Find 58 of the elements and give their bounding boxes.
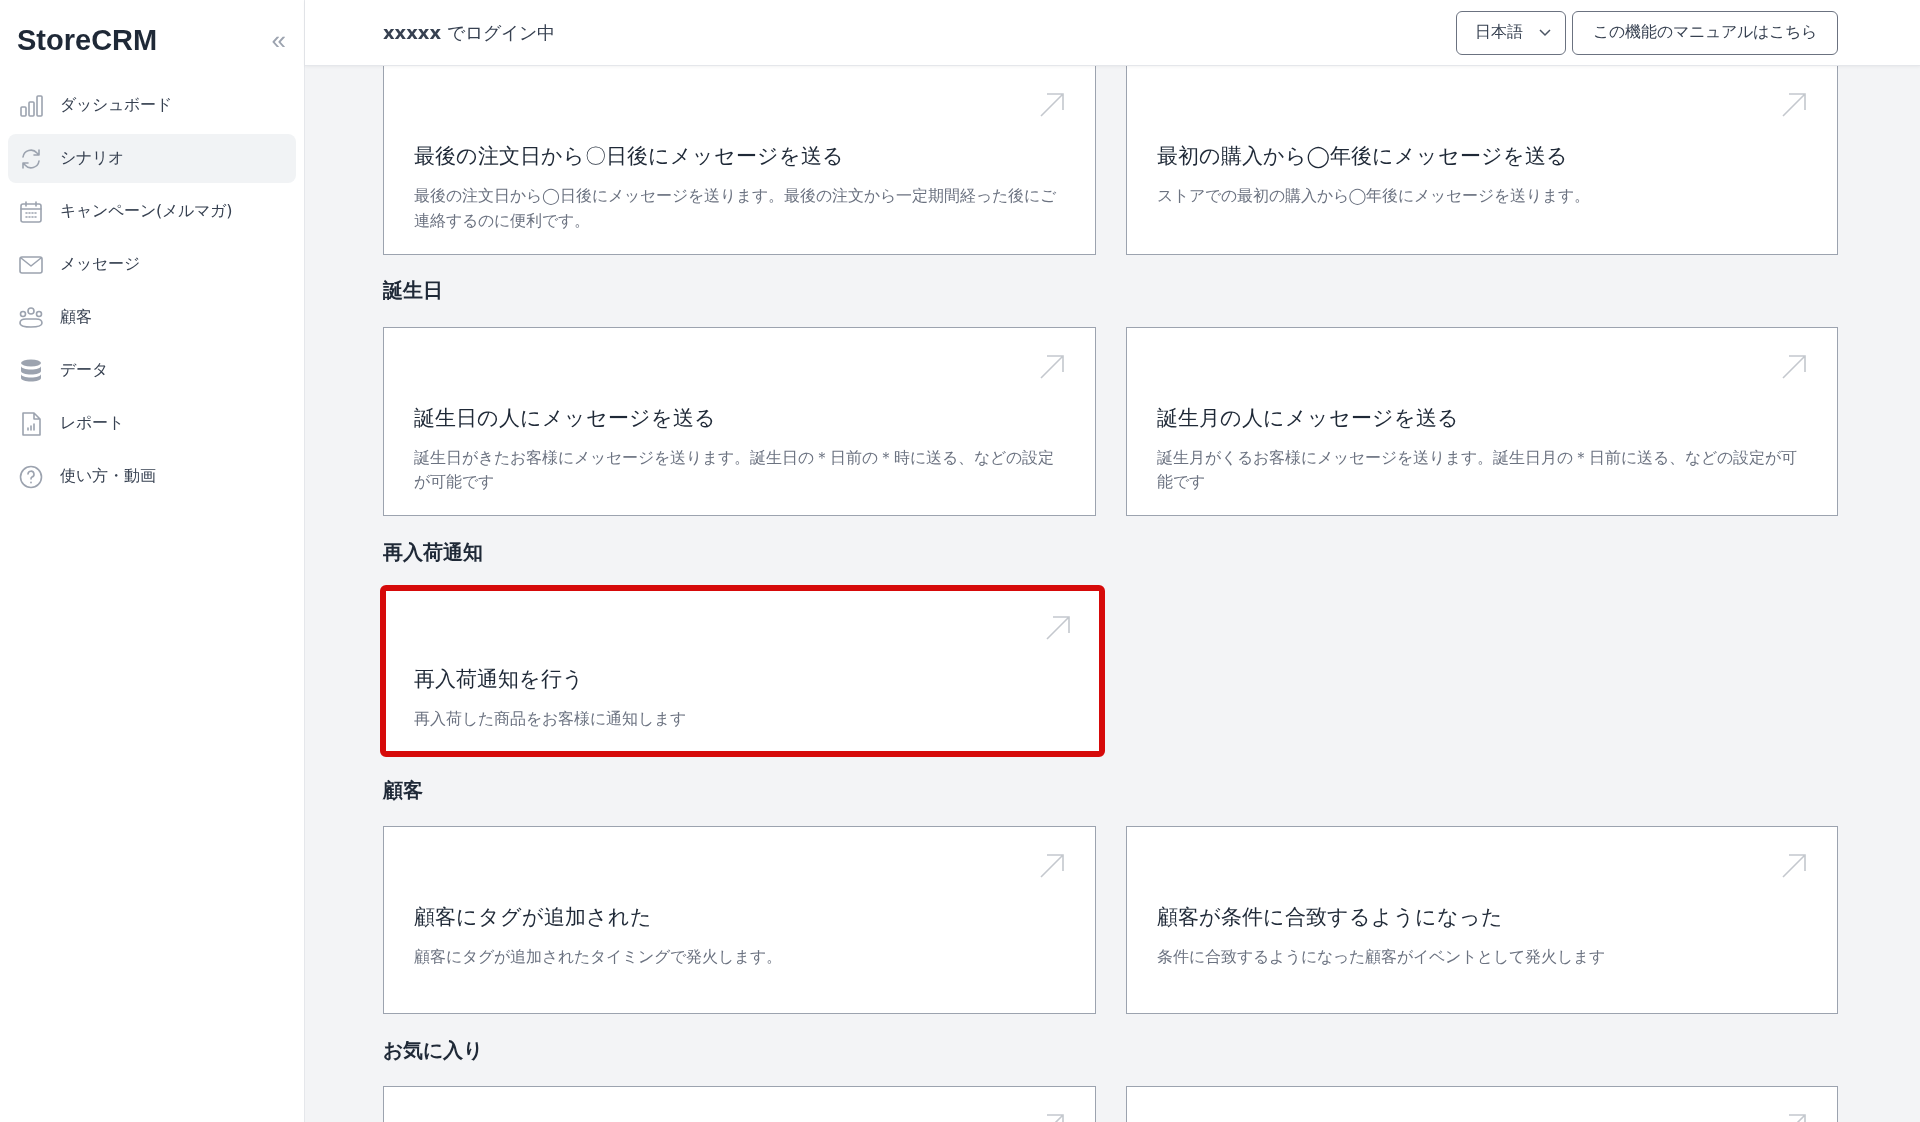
- manual-link-button[interactable]: この機能のマニュアルはこちら: [1572, 10, 1838, 55]
- sidebar-item[interactable]: キャンペーン(メルマガ): [8, 187, 296, 236]
- scenario-card[interactable]: 誕生日の人にメッセージを送る 誕生日がきたお客様にメッセージを送ります。誕生日の＊日前の＊時に送る、などの設定が可能です: [383, 326, 1096, 517]
- sidebar-item-label: データ: [60, 360, 108, 381]
- chevron-down-icon: [1539, 28, 1551, 37]
- scenario-card[interactable]: 最初の購入から◯年後にメッセージを送る ストアでの最初の購入から◯年後にメッセージを送ります。: [1125, 66, 1838, 255]
- sidebar-item-label: ダッシュボード: [60, 95, 172, 116]
- diagonal-arrow-icon: [1038, 853, 1065, 880]
- sidebar-item-label: レポート: [60, 413, 124, 434]
- sidebar-item[interactable]: 使い方・動画: [8, 452, 296, 501]
- sidebar-item-label: シナリオ: [60, 148, 124, 169]
- card-description: 誕生日がきたお客様にメッセージを送ります。誕生日の＊日前の＊時に送る、などの設定が可能です: [414, 446, 1055, 494]
- app-logo: StoreCRM: [17, 23, 158, 57]
- scenario-card[interactable]: 顧客が条件に合致するようになった 条件に合致するようになった顧客がイベントとして発火します: [1125, 826, 1838, 1015]
- sidebar-item-label: キャンペーン(メルマガ): [60, 201, 233, 222]
- section-heading: お気に入り: [383, 1036, 484, 1064]
- bar-chart-icon: [18, 92, 44, 119]
- section-heading: 顧客: [383, 776, 424, 804]
- sidebar-item[interactable]: 顧客: [8, 293, 296, 342]
- card-description: ストアでの最初の購入から◯年後にメッセージを送ります。: [1156, 185, 1592, 207]
- card-title: 最後の注文日から〇日後にメッセージを送る: [414, 143, 845, 170]
- section-heading: 再入荷通知: [383, 538, 484, 566]
- diagonal-arrow-icon: [1038, 353, 1065, 380]
- database-icon: [18, 357, 44, 384]
- sidebar-item-label: 使い方・動画: [60, 466, 156, 487]
- diagonal-arrow-icon: [1781, 92, 1807, 118]
- card-description: 最後の注文日から◯日後にメッセージを送ります。最後の注文から一定期間経った後にご連絡するのに便利です。: [414, 185, 1057, 232]
- diagonal-arrow-icon: [1038, 92, 1065, 118]
- card-description: 誕生月がくるお客様にメッセージを送ります。誕生日月の＊日前に送る、などの設定が可能です: [1156, 446, 1798, 494]
- diagonal-arrow-icon: [1781, 853, 1807, 880]
- sidebar-item[interactable]: メッセージ: [8, 240, 296, 289]
- login-status-text: xxxxx でログイン中: [383, 20, 556, 45]
- scenario-card[interactable]: 顧客にタグが追加された 顧客にタグが追加されたタイミングで発火します。: [383, 826, 1096, 1015]
- sidebar-item[interactable]: ダッシュボード: [8, 81, 296, 130]
- sidebar-item[interactable]: レポート: [8, 399, 296, 448]
- sidebar-item-label: 顧客: [60, 307, 92, 328]
- sidebar-item[interactable]: シナリオ: [8, 134, 296, 183]
- language-select[interactable]: 日本語: [1456, 10, 1566, 55]
- sidebar-item-label: メッセージ: [60, 254, 140, 275]
- card-description: 再入荷した商品をお客様に通知します: [414, 708, 687, 731]
- people-icon: [18, 304, 44, 331]
- diagonal-arrow-icon: [1781, 353, 1807, 380]
- card-title: 顧客にタグが追加された: [414, 904, 653, 932]
- scenario-card[interactable]: 誕生月の人にメッセージを送る 誕生月がくるお客様にメッセージを送ります。誕生日月の＊日前に送る、などの設定が可能です: [1125, 326, 1838, 517]
- card-title: 誕生日の人にメッセージを送る: [414, 404, 717, 432]
- help-icon: [18, 463, 44, 490]
- section-heading: 誕生日: [383, 277, 444, 305]
- scenario-card[interactable]: 再入荷通知を行う 再入荷した商品をお客様に通知します: [383, 588, 1102, 755]
- card-description: 条件に合致するようになった顧客がイベントとして発火します: [1156, 946, 1606, 969]
- card-title: 顧客が条件に合致するようになった: [1156, 904, 1504, 932]
- sidebar-item[interactable]: データ: [8, 346, 296, 395]
- scenario-card[interactable]: 最後の注文日から〇日後にメッセージを送る 最後の注文日から◯日後にメッセージを送ります。最後の注文から一定期間経った後にご連絡するのに便利です。: [383, 66, 1096, 255]
- card-description: 顧客にタグが追加されたタイミングで発火します。: [414, 946, 783, 969]
- card-title: 誕生月の人にメッセージを送る: [1156, 404, 1460, 432]
- card-title: 再入荷通知を行う: [414, 666, 585, 694]
- card-title: 最初の購入から◯年後にメッセージを送る: [1156, 143, 1569, 170]
- calendar-icon: [18, 198, 44, 225]
- diagonal-arrow-icon: [1044, 615, 1071, 642]
